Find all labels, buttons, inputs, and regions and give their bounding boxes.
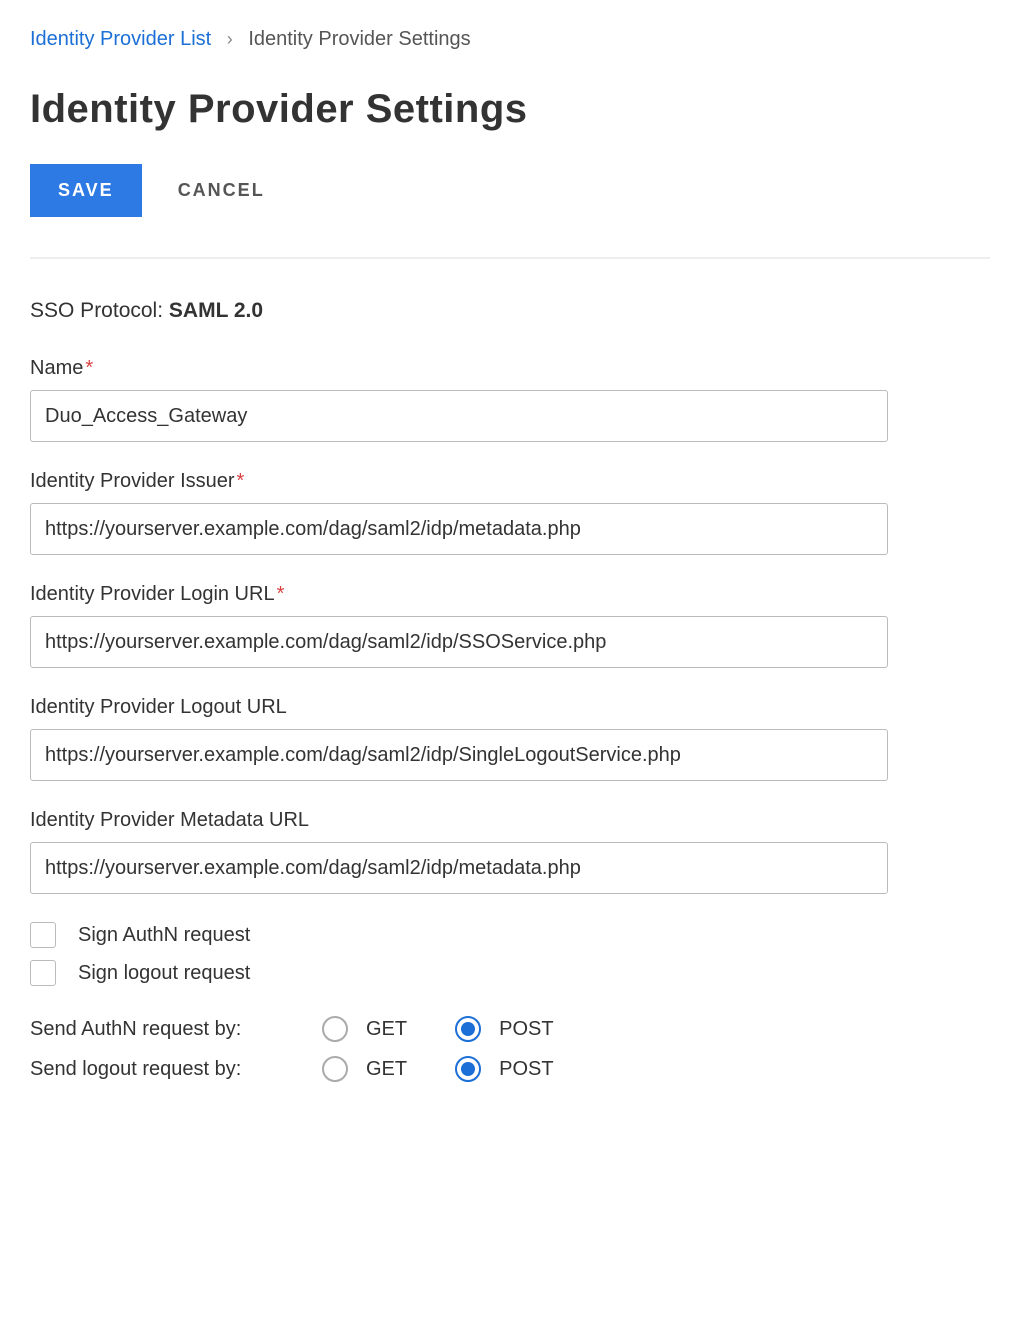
field-login-url: Identity Provider Login URL* — [30, 583, 990, 668]
sso-protocol-value: SAML 2.0 — [169, 299, 263, 322]
required-asterisk: * — [277, 583, 285, 605]
logout-url-label: Identity Provider Logout URL — [30, 696, 990, 719]
sign-authn-label: Sign AuthN request — [78, 924, 250, 947]
radio-authn-label: Send AuthN request by: — [30, 1018, 322, 1041]
field-name: Name* — [30, 357, 990, 442]
sign-logout-checkbox[interactable] — [30, 960, 56, 986]
divider — [30, 257, 990, 259]
save-button[interactable]: SAVE — [30, 164, 142, 217]
sso-protocol-row: SSO Protocol: SAML 2.0 — [30, 299, 990, 323]
name-input[interactable] — [30, 390, 888, 442]
logout-url-input[interactable] — [30, 729, 888, 781]
required-asterisk: * — [85, 357, 93, 379]
checkbox-sign-logout-row: Sign logout request — [30, 960, 990, 986]
radio-icon — [322, 1056, 348, 1082]
name-label: Name* — [30, 357, 990, 380]
checkbox-sign-authn-row: Sign AuthN request — [30, 922, 990, 948]
radio-icon-selected — [455, 1016, 481, 1042]
radio-logout-row: Send logout request by: GET POST — [30, 1056, 990, 1082]
required-asterisk: * — [237, 470, 245, 492]
radio-logout-post[interactable]: POST — [455, 1056, 553, 1082]
login-url-input[interactable] — [30, 616, 888, 668]
action-row: SAVE CANCEL — [30, 164, 990, 217]
radio-logout-label: Send logout request by: — [30, 1058, 322, 1081]
sign-authn-checkbox[interactable] — [30, 922, 56, 948]
breadcrumb: Identity Provider List › Identity Provid… — [30, 28, 990, 51]
issuer-label: Identity Provider Issuer* — [30, 470, 990, 493]
field-issuer: Identity Provider Issuer* — [30, 470, 990, 555]
issuer-input[interactable] — [30, 503, 888, 555]
breadcrumb-current: Identity Provider Settings — [248, 28, 470, 50]
radio-icon-selected — [455, 1056, 481, 1082]
metadata-url-label: Identity Provider Metadata URL — [30, 809, 990, 832]
radio-authn-row: Send AuthN request by: GET POST — [30, 1016, 990, 1042]
field-metadata-url: Identity Provider Metadata URL — [30, 809, 990, 894]
sign-logout-label: Sign logout request — [78, 962, 250, 985]
chevron-right-icon: › — [227, 29, 233, 49]
radio-authn-post[interactable]: POST — [455, 1016, 553, 1042]
sso-protocol-label: SSO Protocol: — [30, 299, 163, 322]
login-url-label: Identity Provider Login URL* — [30, 583, 990, 606]
radio-logout-get[interactable]: GET — [322, 1056, 407, 1082]
radio-authn-get[interactable]: GET — [322, 1016, 407, 1042]
metadata-url-input[interactable] — [30, 842, 888, 894]
radio-icon — [322, 1016, 348, 1042]
page-title: Identity Provider Settings — [30, 87, 990, 132]
breadcrumb-parent-link[interactable]: Identity Provider List — [30, 28, 211, 50]
cancel-button[interactable]: CANCEL — [178, 164, 265, 217]
field-logout-url: Identity Provider Logout URL — [30, 696, 990, 781]
